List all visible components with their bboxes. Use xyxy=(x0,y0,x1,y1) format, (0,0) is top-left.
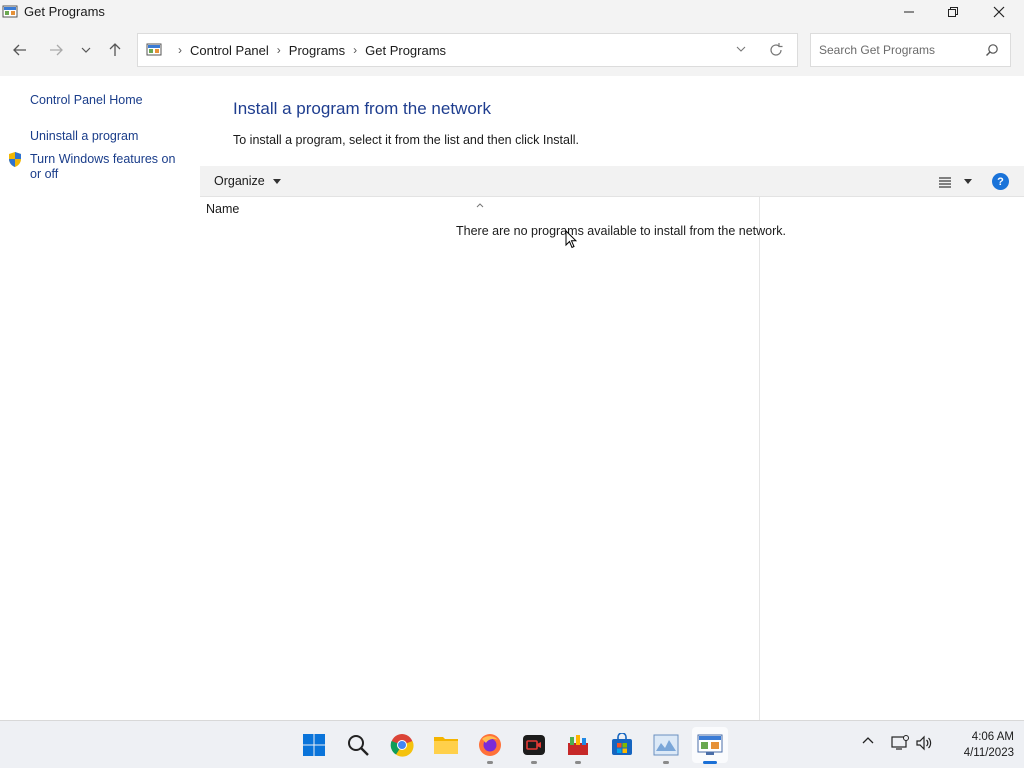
refresh-button[interactable] xyxy=(768,42,784,63)
details-pane-divider xyxy=(759,197,760,720)
windows-logo-icon xyxy=(303,734,325,756)
up-button[interactable] xyxy=(103,38,127,62)
breadcrumb-separator-icon[interactable]: › xyxy=(353,43,357,57)
clock-time: 4:06 AM xyxy=(971,731,1014,743)
firefox-icon xyxy=(479,734,501,756)
taskbar-screen-recorder[interactable] xyxy=(516,727,552,764)
network-icon[interactable] xyxy=(891,735,909,751)
breadcrumb-programs[interactable]: Programs xyxy=(289,43,345,58)
caret-down-icon xyxy=(272,178,281,184)
instructions-text: To install a program, select it from the… xyxy=(233,133,579,147)
restore-button[interactable] xyxy=(930,0,976,24)
navigation-bar: › Control Panel › Programs › Get Program… xyxy=(0,24,1024,76)
mouse-cursor-icon xyxy=(565,229,578,254)
chrome-icon xyxy=(390,734,414,757)
taskbar-image-viewer[interactable] xyxy=(648,727,684,764)
view-options-caret-icon[interactable] xyxy=(964,179,972,184)
toolbox-icon xyxy=(568,735,588,755)
restore-icon xyxy=(948,7,958,17)
search-box[interactable]: Search Get Programs xyxy=(810,33,1011,67)
taskbar-control-panel[interactable] xyxy=(692,727,728,764)
windows-features-link[interactable]: Turn Windows features on or off xyxy=(30,152,190,182)
empty-list-message: There are no programs available to insta… xyxy=(456,224,787,238)
back-arrow-icon xyxy=(13,44,26,56)
show-hidden-icons-button[interactable] xyxy=(861,735,875,745)
minimize-icon xyxy=(904,11,914,13)
name-column-header[interactable]: Name xyxy=(206,202,239,216)
view-details-icon[interactable] xyxy=(938,175,952,193)
command-bar: Organize ? xyxy=(200,166,1024,197)
chevron-down-icon xyxy=(736,46,746,52)
control-panel-icon xyxy=(146,42,162,63)
minimize-button[interactable] xyxy=(886,0,932,24)
recent-locations-button[interactable] xyxy=(74,38,98,62)
folder-icon xyxy=(434,737,458,754)
taskbar-store[interactable] xyxy=(604,727,640,763)
system-clock[interactable]: 4:06 AM 4/11/2023 xyxy=(944,729,1014,761)
chevron-down-icon xyxy=(81,47,91,53)
control-panel-home-link[interactable]: Control Panel Home xyxy=(30,93,143,108)
video-camera-icon xyxy=(523,735,545,755)
address-history-button[interactable] xyxy=(734,42,748,61)
image-chart-icon xyxy=(653,734,679,756)
volume-icon[interactable] xyxy=(915,735,933,751)
help-icon[interactable]: ? xyxy=(992,173,1009,190)
page-title: Install a program from the network xyxy=(233,99,491,118)
forward-arrow-icon xyxy=(50,44,63,56)
close-button[interactable] xyxy=(976,0,1022,24)
taskbar-file-explorer[interactable] xyxy=(428,727,464,763)
breadcrumb: › Control Panel › Programs › Get Program… xyxy=(170,34,446,66)
start-button[interactable] xyxy=(296,727,332,763)
search-icon xyxy=(348,735,369,756)
control-panel-icon xyxy=(2,4,18,20)
title-bar: Get Programs xyxy=(0,0,1024,24)
breadcrumb-separator-icon[interactable]: › xyxy=(277,43,281,57)
taskbar-firefox[interactable] xyxy=(472,727,508,764)
get-programs-window: Get Programs › Control Panel › Programs … xyxy=(0,0,1024,720)
close-icon xyxy=(993,6,1005,18)
search-input[interactable]: Search Get Programs xyxy=(819,43,935,57)
taskbar-search-button[interactable] xyxy=(340,727,376,763)
taskbar-tools[interactable] xyxy=(560,727,596,764)
chevron-up-icon xyxy=(862,737,874,744)
window-title: Get Programs xyxy=(24,4,105,19)
forward-button[interactable] xyxy=(44,38,68,62)
taskbar: 4:06 AM 4/11/2023 xyxy=(0,720,1024,768)
refresh-icon xyxy=(770,43,783,56)
clock-date: 4/11/2023 xyxy=(963,747,1014,759)
taskbar-chrome[interactable] xyxy=(384,727,420,763)
back-button[interactable] xyxy=(8,38,32,62)
address-bar[interactable]: › Control Panel › Programs › Get Program… xyxy=(137,33,798,67)
breadcrumb-control-panel[interactable]: Control Panel xyxy=(190,43,269,58)
search-icon[interactable] xyxy=(985,43,999,62)
uninstall-program-link[interactable]: Uninstall a program xyxy=(30,129,138,144)
breadcrumb-get-programs[interactable]: Get Programs xyxy=(365,43,446,58)
sort-ascending-icon xyxy=(476,195,484,213)
store-bag-icon xyxy=(612,733,632,755)
uac-shield-icon xyxy=(7,151,23,173)
control-panel-icon xyxy=(697,734,723,755)
breadcrumb-separator-icon[interactable]: › xyxy=(178,43,182,57)
up-arrow-icon xyxy=(109,43,121,56)
organize-button[interactable]: Organize xyxy=(214,174,281,188)
organize-label: Organize xyxy=(214,174,265,188)
